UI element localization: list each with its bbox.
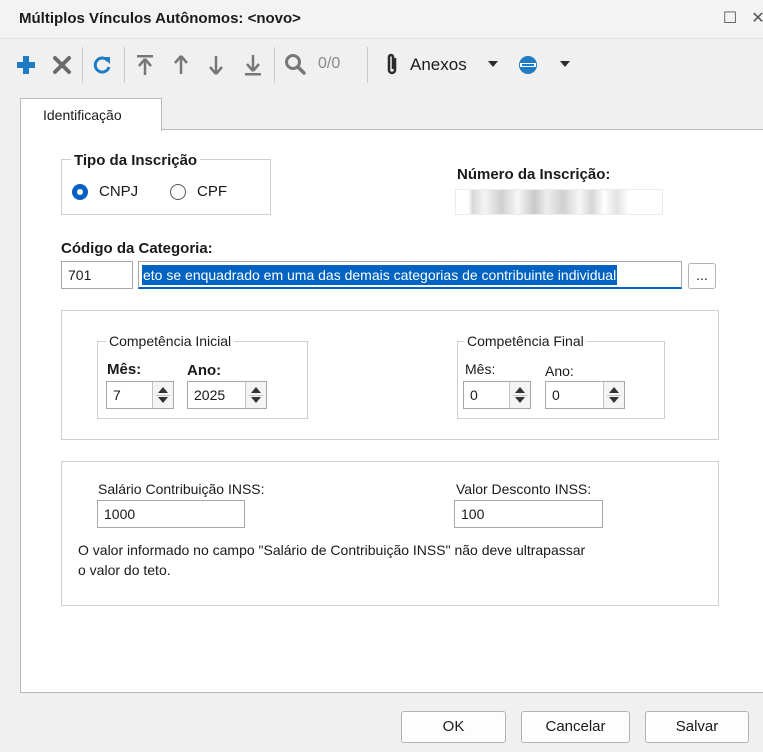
window-title: Múltiplos Vínculos Autônomos: <novo> <box>19 10 301 27</box>
toolbar-separator <box>367 47 368 83</box>
toolbar-separator <box>82 47 83 83</box>
initial-month-stepper[interactable] <box>152 382 173 408</box>
final-year-value: 0 <box>552 387 560 403</box>
first-record-icon[interactable] <box>133 52 157 78</box>
final-month-input[interactable]: 0 <box>463 381 531 409</box>
initial-month-value: 7 <box>113 387 121 403</box>
initial-year-stepper[interactable] <box>245 382 266 408</box>
cancel-button[interactable]: Cancelar <box>521 711 630 743</box>
chevron-down-icon[interactable] <box>488 61 498 67</box>
last-record-icon[interactable] <box>241 52 265 78</box>
tab-identificacao[interactable]: Identificação <box>20 98 162 131</box>
salary-input[interactable]: 1000 <box>97 500 245 528</box>
category-code-input[interactable]: 701 <box>61 261 133 289</box>
toolbar <box>0 40 763 90</box>
final-year-input[interactable]: 0 <box>545 381 625 409</box>
close-button[interactable]: ✕ <box>745 6 763 32</box>
category-description-input[interactable]: eto se enquadrado em uma das demais cate… <box>138 261 682 289</box>
initial-month-label: Mês: <box>107 361 142 378</box>
radio-cpf-label: CPF <box>197 183 227 200</box>
add-icon[interactable] <box>14 53 38 77</box>
toolbar-separator <box>124 47 125 83</box>
initial-year-label: Ano: <box>187 362 222 379</box>
final-year-stepper[interactable] <box>603 382 624 408</box>
category-description-selected-text: eto se enquadrado em uma das demais cate… <box>142 265 618 285</box>
initial-year-input[interactable]: 2025 <box>187 381 267 409</box>
web-icon[interactable] <box>516 53 540 77</box>
refresh-icon[interactable] <box>90 53 114 77</box>
maximize-button[interactable]: ☐ <box>717 6 743 32</box>
paperclip-icon[interactable] <box>383 52 401 78</box>
delete-icon[interactable] <box>50 53 74 77</box>
initial-competence-legend: Competência Inicial <box>106 333 235 349</box>
radio-cnpj-label: CNPJ <box>99 183 139 200</box>
final-competence-legend: Competência Final <box>464 333 587 349</box>
final-year-label: Ano: <box>545 363 574 379</box>
inss-note-line-1: O valor informado no campo "Salário de C… <box>78 542 586 558</box>
category-label: Código da Categoria: <box>61 240 213 257</box>
inss-note-line-2: o valor do teto. <box>78 562 171 578</box>
final-month-value: 0 <box>470 387 478 403</box>
previous-record-icon[interactable] <box>169 52 193 78</box>
initial-month-input[interactable]: 7 <box>106 381 174 409</box>
inscription-number-field[interactable] <box>455 189 663 215</box>
radio-cnpj[interactable] <box>72 184 88 200</box>
ok-button[interactable]: OK <box>401 711 506 743</box>
category-lookup-button[interactable]: ... <box>688 263 716 289</box>
toolbar-separator <box>274 47 275 83</box>
inscription-number-label: Número da Inscrição: <box>457 166 611 183</box>
save-button[interactable]: Salvar <box>645 711 749 743</box>
initial-year-value: 2025 <box>194 387 226 403</box>
final-month-label: Mês: <box>465 361 496 377</box>
next-record-icon[interactable] <box>204 52 228 78</box>
radio-cpf[interactable] <box>170 184 186 200</box>
record-counter: 0/0 <box>318 55 341 72</box>
search-icon[interactable] <box>283 52 307 78</box>
chevron-down-icon[interactable] <box>560 61 570 67</box>
tab-label: Identificação <box>43 107 122 123</box>
discount-input[interactable]: 100 <box>454 500 603 528</box>
salary-label: Salário Contribuição INSS: <box>98 481 265 497</box>
inscription-type-legend: Tipo da Inscrição <box>71 152 201 169</box>
attachments-menu[interactable]: Anexos <box>410 55 467 75</box>
discount-label: Valor Desconto INSS: <box>456 481 592 497</box>
final-month-stepper[interactable] <box>509 382 530 408</box>
